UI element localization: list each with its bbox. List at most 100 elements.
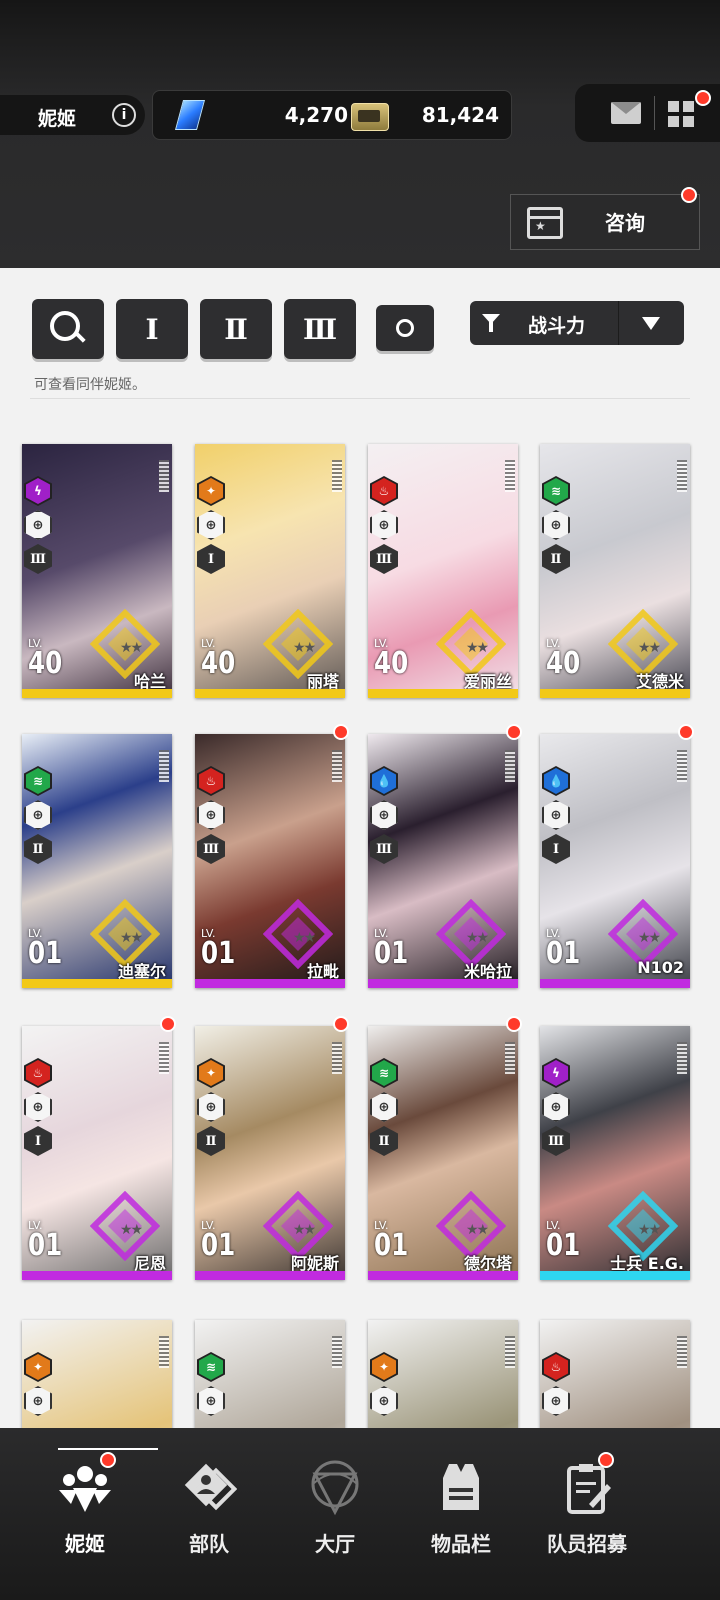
filter-burst-2-button[interactable]: Ⅱ: [200, 299, 272, 359]
filter-burst-3-button[interactable]: Ⅲ: [284, 299, 356, 359]
class-badges: ♨ ⊕ Ⅲ: [370, 476, 398, 578]
gem-icon: [174, 100, 206, 130]
nikke-card[interactable]: ≋ ⊕ Ⅱ ★★ LV. 01 德尔塔: [368, 1026, 518, 1280]
weapon-icon: ⊕: [370, 510, 398, 540]
filter-all-button[interactable]: [376, 305, 434, 351]
nikke-card[interactable]: ♨ ⊕ Ⅰ ★★ LV. 01 尼恩: [22, 1026, 172, 1280]
circle-icon: [396, 319, 414, 337]
burst-badge: Ⅱ: [197, 1126, 225, 1156]
filter-burst-1-button[interactable]: Ⅰ: [116, 299, 188, 359]
nikke-card[interactable]: ✦ ⊕: [368, 1320, 518, 1428]
filter-funnel-icon: [482, 314, 500, 332]
nav-item[interactable]: 队员招募: [524, 1428, 650, 1600]
nav-item[interactable]: 部队: [146, 1428, 272, 1600]
class-badges: ≋ ⊕ Ⅱ: [24, 766, 52, 868]
iron-element-icon: ✦: [197, 1058, 225, 1088]
nav-label: 部队: [189, 1532, 229, 1556]
weapon-icon: ⊕: [542, 800, 570, 830]
iron-element-icon: ✦: [197, 476, 225, 506]
nav-label: 物品栏: [431, 1532, 491, 1556]
level-value: 01: [374, 936, 409, 971]
consult-button[interactable]: 咨询: [510, 187, 700, 250]
level-display: LV. 40: [374, 638, 416, 679]
nikke-card[interactable]: 💧 ⊕ Ⅲ ★★ LV. 01 米哈拉: [368, 734, 518, 988]
burst-badge: Ⅲ: [370, 834, 398, 864]
burst-label: Ⅰ: [34, 1133, 42, 1149]
class-badges: ♨ ⊕ Ⅰ: [24, 1058, 52, 1160]
level-value: 01: [201, 1228, 236, 1263]
nikke-card[interactable]: ♨ ⊕: [540, 1320, 690, 1428]
nikke-card[interactable]: ♨ ⊕ Ⅲ ★★ LV. 40 爱丽丝: [368, 444, 518, 698]
nikke-card[interactable]: ≋ ⊕: [195, 1320, 345, 1428]
divider: [654, 96, 655, 130]
nav-item[interactable]: 大厅: [272, 1428, 398, 1600]
class-badges: ϟ ⊕ Ⅲ: [542, 1058, 570, 1160]
notification-dot: [100, 1452, 116, 1468]
active-indicator: [58, 1448, 158, 1450]
burst-label: Ⅲ: [548, 1133, 564, 1149]
weapon-icon: ⊕: [370, 1386, 398, 1416]
nikke-card[interactable]: ✦ ⊕: [22, 1320, 172, 1428]
burst-label: Ⅲ: [203, 841, 219, 857]
menu-grid-icon[interactable]: [668, 101, 694, 127]
nikke-card[interactable]: ≋ ⊕ Ⅱ ★★ LV. 40 艾德米: [540, 444, 690, 698]
info-icon[interactable]: i: [112, 103, 136, 127]
nikke-card[interactable]: ϟ ⊕ Ⅲ ★★ LV. 01 士兵 E.G.: [540, 1026, 690, 1280]
barcode-decoration: [159, 1336, 169, 1368]
barcode-decoration: [332, 1336, 342, 1368]
squad-icon: [181, 1460, 238, 1516]
notification-dot: [598, 1452, 614, 1468]
rarity-bar: [195, 979, 345, 988]
burst-label: Ⅲ: [376, 551, 392, 567]
burst-label: Ⅰ: [207, 551, 215, 567]
nikke-card[interactable]: ϟ ⊕ Ⅲ ★★ LV. 40 哈兰: [22, 444, 172, 698]
search-button[interactable]: [32, 299, 104, 359]
rarity-bar: [22, 979, 172, 988]
bottom-nav: 妮姬 部队 大厅 物品栏 队员招募: [0, 1428, 720, 1600]
barcode-decoration: [332, 750, 342, 782]
lobby-dome-icon: [307, 1460, 363, 1516]
iron-element-icon: ✦: [24, 1352, 52, 1382]
nikke-people-icon: [57, 1460, 113, 1516]
rarity-bar: [368, 689, 518, 698]
weapon-icon: ⊕: [197, 800, 225, 830]
fire-element-icon: ♨: [24, 1058, 52, 1088]
weapon-icon: ⊕: [542, 510, 570, 540]
page-title: 妮姬: [38, 108, 77, 130]
mail-icon[interactable]: [611, 102, 641, 124]
star-rating: ★★: [293, 930, 316, 946]
nikke-card[interactable]: ≋ ⊕ Ⅱ ★★ LV. 01 迪塞尔: [22, 734, 172, 988]
water-element-icon: 💧: [370, 766, 398, 796]
nikke-card[interactable]: ✦ ⊕ Ⅰ ★★ LV. 40 丽塔: [195, 444, 345, 698]
calendar-icon: [527, 207, 563, 239]
nikke-tab-title: 妮姬 i: [0, 95, 145, 135]
new-notification-dot: [678, 724, 694, 740]
credit-count: 81,424: [421, 103, 499, 127]
nav-item[interactable]: 物品栏: [398, 1428, 524, 1600]
level-value: 40: [28, 646, 63, 681]
nikke-list-panel: Ⅰ Ⅱ Ⅲ 战斗力 可查看同伴妮姬。 ϟ ⊕ Ⅲ ★★ LV. 40 哈兰 ✦ ⊕ Ⅰ ★★ LV. 4…: [0, 268, 720, 1428]
recruit-clipboard-icon: [559, 1460, 615, 1516]
consult-label: 咨询: [605, 211, 645, 235]
nikke-card[interactable]: ✦ ⊕ Ⅱ ★★ LV. 01 阿妮斯: [195, 1026, 345, 1280]
star-rating: ★★: [638, 640, 661, 656]
class-badges: ✦ ⊕ Ⅰ: [197, 476, 225, 578]
burst-badge: Ⅲ: [370, 544, 398, 574]
level-display: LV. 01: [28, 928, 70, 969]
rarity-bar: [22, 689, 172, 698]
level-value: 01: [546, 1228, 581, 1263]
weapon-icon: ⊕: [197, 1386, 225, 1416]
star-rating: ★★: [293, 1222, 316, 1238]
weapon-icon: ⊕: [197, 1092, 225, 1122]
sort-dropdown[interactable]: 战斗力: [470, 301, 684, 345]
nikke-card[interactable]: 💧 ⊕ Ⅰ ★★ LV. 01 N102: [540, 734, 690, 988]
nav-item[interactable]: 妮姬: [22, 1428, 158, 1600]
star-rating: ★★: [120, 930, 143, 946]
star-rating: ★★: [293, 640, 316, 656]
weapon-icon: ⊕: [197, 510, 225, 540]
class-badges: ≋ ⊕: [197, 1352, 225, 1420]
nikke-card[interactable]: ♨ ⊕ Ⅲ ★★ LV. 01 拉毗: [195, 734, 345, 988]
level-value: 01: [374, 1228, 409, 1263]
burst-badge: Ⅲ: [542, 1126, 570, 1156]
new-notification-dot: [160, 1016, 176, 1032]
